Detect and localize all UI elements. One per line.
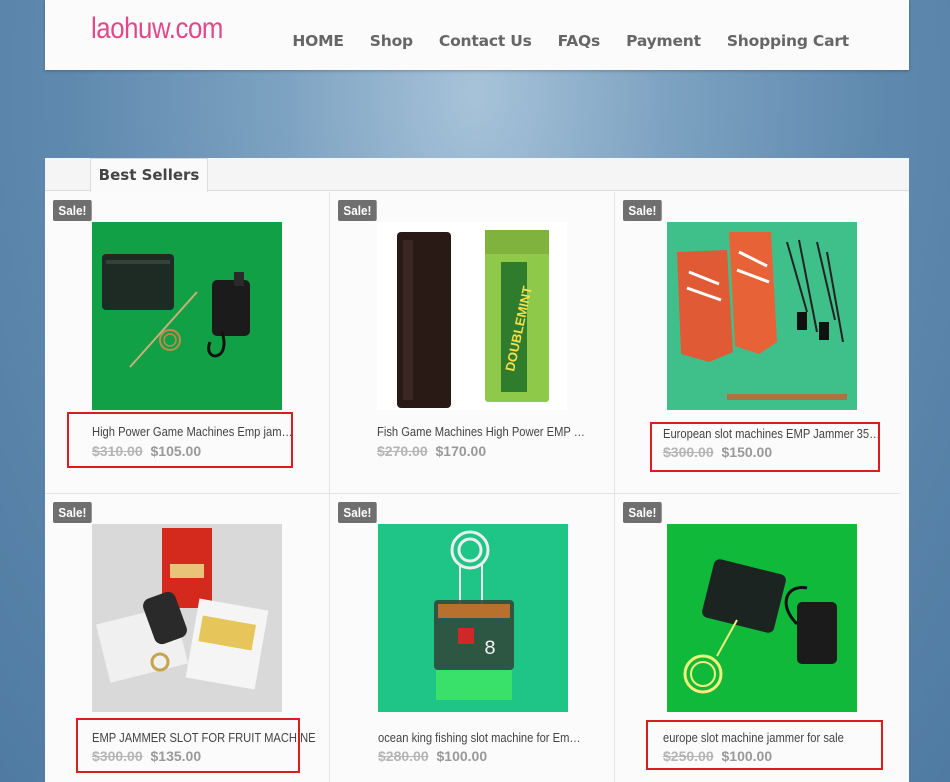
sale-badge: Sale! bbox=[338, 502, 377, 523]
price-block: $280.00 $100.00 bbox=[378, 748, 487, 764]
original-price: $300.00 bbox=[663, 444, 714, 460]
sale-price: $170.00 bbox=[435, 443, 487, 459]
highlight-box bbox=[76, 718, 300, 773]
product-image[interactable] bbox=[92, 222, 282, 410]
svg-text:8: 8 bbox=[484, 638, 496, 661]
product-title[interactable]: High Power Game Machines Emp jam… bbox=[92, 424, 293, 439]
original-price: $280.00 bbox=[378, 748, 429, 764]
site-header: laohuw.com HOME Shop Contact Us FAQs Pay… bbox=[45, 0, 909, 70]
sale-badge: Sale! bbox=[338, 200, 377, 221]
nav-contact-us[interactable]: Contact Us bbox=[439, 32, 532, 50]
product-card[interactable]: Sale! EMP JAMMER SLOT FOR FRUIT MACHINE … bbox=[45, 494, 330, 782]
product-image[interactable] bbox=[667, 524, 857, 712]
main-nav: HOME Shop Contact Us FAQs Payment Shoppi… bbox=[292, 32, 849, 50]
product-card[interactable]: Sale! European slot machines EMP Jammer … bbox=[615, 192, 900, 494]
product-title[interactable]: European slot machines EMP Jammer 35… bbox=[663, 426, 880, 441]
product-card[interactable]: Sale! 8 ocean king fishing slot machine … bbox=[330, 494, 615, 782]
nav-shop[interactable]: Shop bbox=[370, 32, 413, 50]
site-logo[interactable]: laohuw.com bbox=[91, 12, 223, 46]
product-card[interactable]: Sale! DOUBLEMINT Fish Game Machines High… bbox=[330, 192, 615, 494]
product-title[interactable]: ocean king fishing slot machine for Em… bbox=[378, 730, 581, 745]
sale-price: $100.00 bbox=[721, 748, 773, 764]
nav-shopping-cart[interactable]: Shopping Cart bbox=[727, 32, 849, 50]
product-title[interactable]: EMP JAMMER SLOT FOR FRUIT MACHINE bbox=[92, 730, 316, 745]
price-block: $300.00 $135.00 bbox=[92, 748, 201, 764]
product-image[interactable] bbox=[667, 222, 857, 410]
price-block: $270.00 $170.00 bbox=[377, 443, 486, 459]
product-card[interactable]: Sale! High Power Game Machines Emp jam… … bbox=[45, 192, 330, 494]
original-price: $270.00 bbox=[377, 443, 428, 459]
tab-best-sellers[interactable]: Best Sellers bbox=[90, 158, 208, 192]
sale-badge: Sale! bbox=[623, 502, 662, 523]
highlight-box bbox=[67, 412, 293, 468]
price-block: $300.00 $150.00 bbox=[663, 444, 772, 460]
product-image[interactable]: 8 bbox=[378, 524, 568, 712]
sale-price: $105.00 bbox=[150, 443, 202, 459]
sale-price: $135.00 bbox=[150, 748, 202, 764]
sale-badge: Sale! bbox=[53, 200, 92, 221]
original-price: $310.00 bbox=[92, 443, 143, 459]
original-price: $300.00 bbox=[92, 748, 143, 764]
best-sellers-section: Best Sellers Sale! High Power Game Machi… bbox=[45, 158, 909, 782]
product-image[interactable]: DOUBLEMINT bbox=[377, 222, 567, 410]
price-block: $250.00 $100.00 bbox=[663, 748, 772, 764]
sale-badge: Sale! bbox=[53, 502, 92, 523]
product-image[interactable] bbox=[92, 524, 282, 712]
product-title[interactable]: Fish Game Machines High Power EMP … bbox=[377, 424, 585, 439]
price-block: $310.00 $105.00 bbox=[92, 443, 201, 459]
original-price: $250.00 bbox=[663, 748, 714, 764]
sale-price: $100.00 bbox=[436, 748, 488, 764]
sale-price: $150.00 bbox=[721, 444, 773, 460]
product-title[interactable]: europe slot machine jammer for sale bbox=[663, 730, 844, 745]
nav-home[interactable]: HOME bbox=[292, 32, 344, 50]
nav-payment[interactable]: Payment bbox=[626, 32, 701, 50]
sale-badge: Sale! bbox=[623, 200, 662, 221]
tab-bar: Best Sellers bbox=[45, 158, 909, 192]
nav-faqs[interactable]: FAQs bbox=[558, 32, 601, 50]
product-card[interactable]: Sale! europe slot machine jammer for sal… bbox=[615, 494, 900, 782]
